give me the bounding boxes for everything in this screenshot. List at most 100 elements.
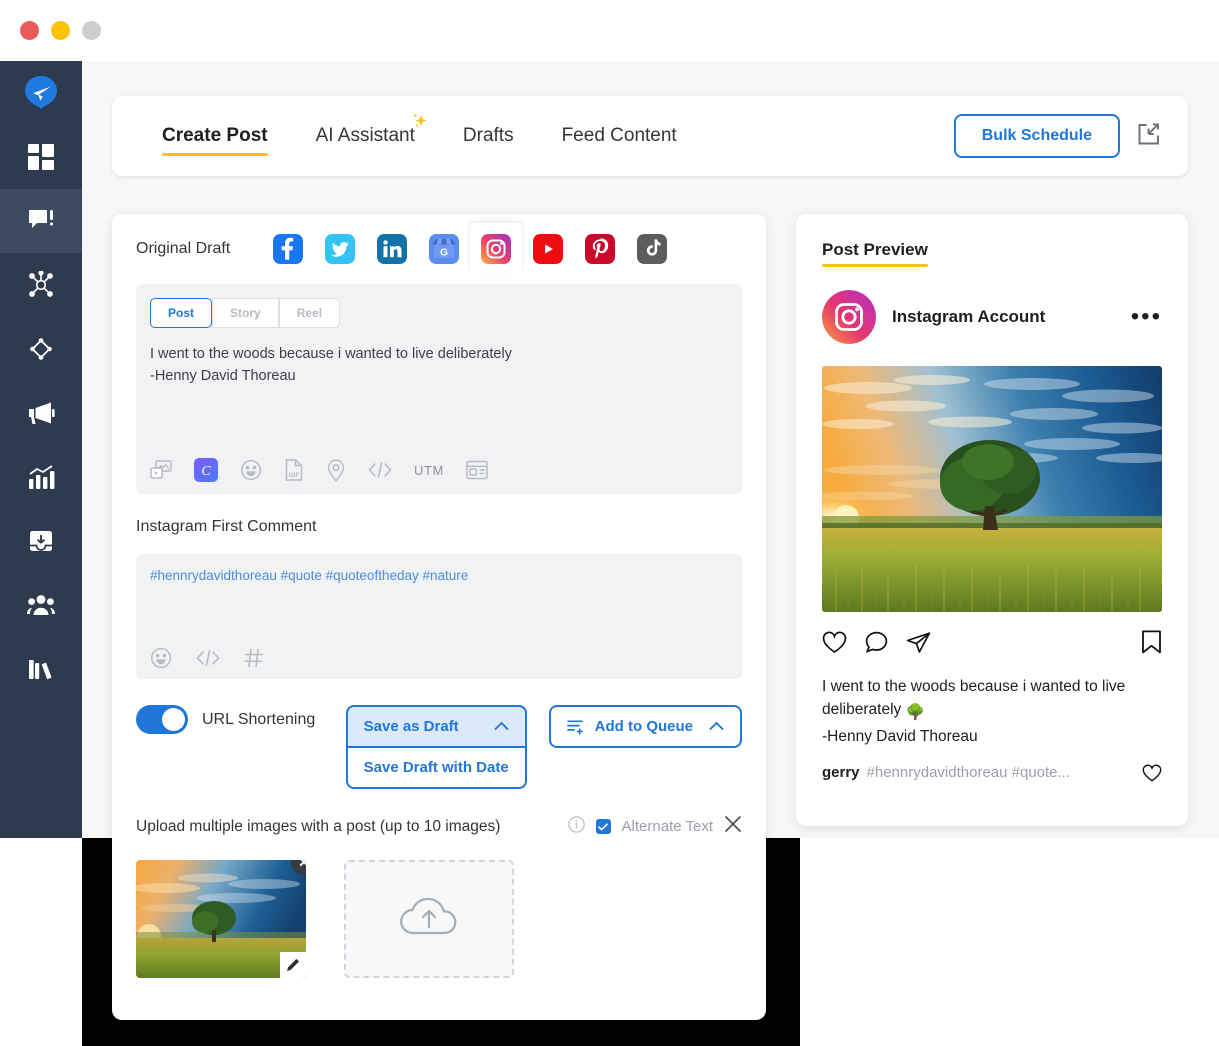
sidebar-item-logo[interactable] [0,61,82,125]
svg-text:C: C [201,464,211,479]
sidebar-item-advocacy[interactable] [0,381,82,445]
post-type-toggle: Post Story Reel [150,298,728,328]
network-tab-twitter[interactable] [314,223,366,275]
preview-account-row: Instagram Account ••• [822,290,1162,344]
tab-list: Create Post AI Assistant Drafts Feed Con… [112,125,701,147]
chevron-up-icon [693,718,724,735]
preview-caption: I went to the woods because i wanted to … [822,675,1162,748]
canva-icon[interactable]: C [194,458,218,482]
expand-box-icon[interactable] [1136,121,1162,152]
sidebar-item-library[interactable] [0,637,82,701]
svg-text:G: G [440,248,448,259]
comment-text: #hennrydavidthoreau #quote... [867,764,1071,781]
upload-dropzone[interactable] [344,860,514,978]
sidebar-item-listening[interactable] [0,317,82,381]
tab-drafts[interactable]: Drafts [439,125,538,147]
bookmark-icon[interactable] [1141,630,1162,659]
bulk-schedule-button[interactable]: Bulk Schedule [954,114,1120,158]
comment-username[interactable]: gerry [822,764,860,781]
tab-feed-content-label: Feed Content [562,125,677,146]
save-draft-with-date-button[interactable]: Save Draft with Date [346,748,527,789]
sidebar-item-team[interactable] [0,573,82,637]
compose-area[interactable]: Post Story Reel I went to the woods beca… [136,284,742,494]
left-sidebar [0,61,82,838]
queue-list-icon [567,719,585,735]
url-shortening-label: URL Shortening [202,705,315,734]
first-comment-area[interactable]: #hennrydavidthoreau #quote #quoteoftheda… [136,554,742,679]
hashtag-icon[interactable] [244,647,264,669]
post-type-story[interactable]: Story [212,298,279,328]
network-tab-pinterest[interactable] [574,223,626,275]
save-draft-split-button: Save as Draft Save Draft with Date [346,705,527,789]
sidebar-item-publish[interactable] [0,189,82,253]
sidebar-item-engage[interactable] [0,253,82,317]
books-library-icon [28,656,54,682]
tab-ai-assistant[interactable]: AI Assistant [292,125,439,147]
network-tab-linkedin[interactable] [366,223,418,275]
network-tab-facebook[interactable] [262,223,314,275]
backdrop-gutter-right [800,838,1219,1046]
network-tab-instagram[interactable] [470,223,522,275]
close-window-button[interactable] [20,21,39,40]
emoji-icon[interactable] [150,647,172,669]
url-shortening-toggle[interactable] [136,705,188,734]
inbox-download-icon [28,528,54,554]
tiktok-icon [637,234,667,264]
users-group-icon [27,593,55,617]
save-as-draft-button[interactable]: Save as Draft [346,705,527,748]
tab-feed-content[interactable]: Feed Content [538,125,701,147]
sidebar-item-inbox[interactable] [0,509,82,573]
close-x-icon[interactable] [724,815,742,838]
edit-image-button[interactable] [280,952,306,978]
emoji-icon[interactable] [240,459,262,481]
google-business-icon: G [429,234,459,264]
tabs-actions: Bulk Schedule [954,114,1188,158]
compose-textarea[interactable]: I went to the woods because i wanted to … [150,344,728,388]
action-row: URL Shortening Save as Draft Save Draft … [136,705,742,789]
post-type-reel[interactable]: Reel [279,298,340,328]
comment-like-heart-icon[interactable] [1142,764,1162,786]
pencil-icon [286,958,300,972]
caption-line-2: deliberately [822,701,901,718]
tab-create-post-label: Create Post [162,125,268,146]
caption-line-1: I went to the woods because i wanted to … [822,675,1162,698]
network-tab-youtube[interactable] [522,223,574,275]
code-icon[interactable] [368,461,392,479]
uploaded-image-thumb[interactable]: ✕ [136,860,306,978]
utm-icon[interactable]: UTM [414,463,444,478]
youtube-icon [533,234,563,264]
tabs-card: Create Post AI Assistant Drafts Feed Con… [112,96,1188,176]
sparkle-icon [405,109,431,141]
alternate-text-checkbox[interactable] [596,819,611,834]
tab-create-post[interactable]: Create Post [138,125,292,147]
chat-bubble-icon [28,208,54,234]
bar-chart-icon [28,464,55,490]
more-horizontal-icon[interactable]: ••• [1131,312,1162,322]
avatar [822,290,876,344]
template-icon[interactable] [466,460,488,480]
minimize-window-button[interactable] [51,21,70,40]
original-draft-label: Original Draft [136,240,230,258]
megaphone-icon [27,400,55,426]
add-to-queue-button[interactable]: Add to Queue [549,705,742,748]
share-paperplane-icon[interactable] [906,631,931,659]
network-tab-google-business[interactable]: G [418,223,470,275]
gif-icon[interactable]: GIF [284,459,304,481]
window-titlebar [0,0,1219,61]
code-icon[interactable] [196,647,220,669]
post-type-post[interactable]: Post [150,298,212,328]
preview-action-bar [822,630,1162,659]
diamond-target-icon [28,336,54,362]
location-pin-icon[interactable] [326,459,346,482]
sidebar-item-dashboard[interactable] [0,125,82,189]
network-share-icon [27,271,55,299]
maximize-window-button[interactable] [82,21,101,40]
comment-bubble-icon[interactable] [865,631,888,659]
info-circle-icon[interactable] [568,816,585,838]
network-tab-tiktok[interactable] [626,223,678,275]
sidebar-item-analytics[interactable] [0,445,82,509]
svg-text:GIF: GIF [289,472,300,479]
media-image-icon[interactable] [150,460,172,480]
like-heart-icon[interactable] [822,631,847,659]
chevron-up-icon [478,718,509,735]
